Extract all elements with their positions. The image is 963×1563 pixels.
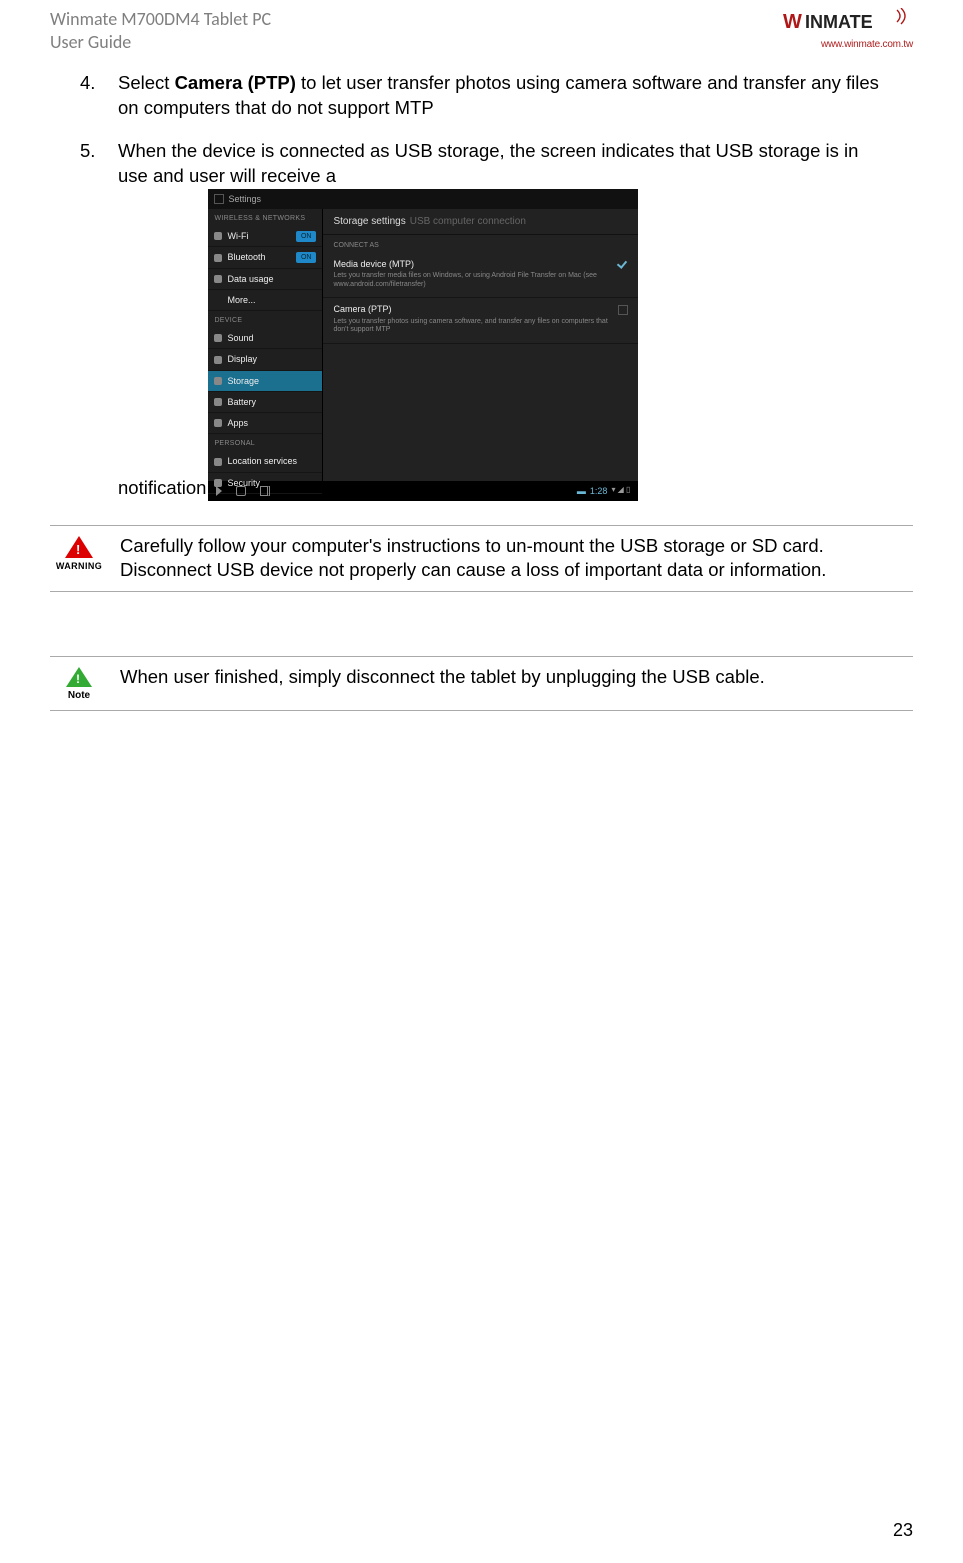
shot-title: Settings: [228, 193, 261, 205]
row-display: Display: [208, 349, 322, 370]
row-wifi: Wi-FiON: [208, 226, 322, 247]
mtp-title: Media device (MTP): [333, 258, 610, 270]
usb-status-icon: ▬: [577, 485, 586, 497]
note-triangle-icon: [66, 667, 92, 687]
warning-text: Carefully follow your computer's instruc…: [120, 534, 913, 583]
page-number: 23: [893, 1520, 913, 1541]
svg-text:W: W: [783, 11, 802, 33]
connect-as-label: CONNECT AS: [323, 235, 638, 252]
mtp-desc: Lets you transfer media files on Windows…: [333, 272, 610, 290]
row-data-usage: Data usage: [208, 269, 322, 290]
row-sound: Sound: [208, 328, 322, 349]
row-storage: Storage: [208, 371, 322, 392]
row-battery: Battery: [208, 392, 322, 413]
cat-wireless: WIRELESS & NETWORKS: [208, 209, 322, 226]
list-item-5: 5. When the device is connected as USB s…: [80, 139, 883, 501]
shot-sidebar: WIRELESS & NETWORKS Wi-FiON BluetoothON …: [208, 209, 323, 481]
list-text: Select Camera (PTP) to let user transfer…: [118, 71, 883, 121]
mtp-check-icon: [618, 260, 628, 270]
list-number: 4.: [80, 71, 118, 121]
li4-pre: Select: [118, 72, 175, 93]
shot-main: Storage settingsUSB computer connection …: [323, 209, 638, 481]
list-item-4: 4. Select Camera (PTP) to let user trans…: [80, 71, 883, 121]
list-text: When the device is connected as USB stor…: [118, 139, 883, 501]
li4-bold: Camera (PTP): [175, 72, 296, 93]
note-label: Note: [50, 689, 108, 703]
warning-callout: WARNING Carefully follow your computer's…: [50, 525, 913, 592]
bluetooth-icon: [214, 254, 222, 262]
list-number: 5.: [80, 139, 118, 501]
battery-icon: [214, 398, 222, 406]
apps-icon: [214, 419, 222, 427]
android-settings-screenshot: Settings WIRELESS & NETWORKS Wi-FiON Blu…: [208, 189, 638, 501]
cat-personal: PERSONAL: [208, 434, 322, 451]
option-mtp: Media device (MTP) Lets you transfer med…: [323, 253, 638, 299]
logo-block: W INMATE www.winmate.com.tw: [783, 8, 913, 50]
data-icon: [214, 275, 222, 283]
ptp-title: Camera (PTP): [333, 303, 610, 315]
nav-home-icon: [236, 486, 246, 496]
body-content: 4. Select Camera (PTP) to let user trans…: [50, 53, 913, 711]
display-icon: [214, 356, 222, 364]
ptp-desc: Lets you transfer photos using camera so…: [333, 318, 610, 336]
ptp-check-icon: [618, 305, 628, 315]
wifi-icon: [214, 232, 222, 240]
row-apps: Apps: [208, 413, 322, 434]
row-more: More...: [208, 290, 322, 311]
winmate-logo-icon: W INMATE: [783, 8, 913, 36]
warning-triangle-icon: [65, 536, 93, 558]
doc-title: Winmate M700DM4 Tablet PC User Guide: [50, 8, 271, 53]
page-header: Winmate M700DM4 Tablet PC User Guide W I…: [50, 0, 913, 53]
sound-icon: [214, 334, 222, 342]
location-icon: [214, 458, 222, 466]
row-bluetooth: BluetoothON: [208, 247, 322, 268]
signal-icons: ▾ ◢ ▯: [611, 485, 630, 496]
logo-url: www.winmate.com.tw: [783, 39, 913, 50]
note-callout: Note When user finished, simply disconne…: [50, 656, 913, 712]
doc-title-line2: User Guide: [50, 31, 271, 54]
shot-breadcrumb: Storage settingsUSB computer connection: [323, 209, 638, 236]
row-location: Location services: [208, 451, 322, 472]
warning-label: WARNING: [50, 560, 108, 572]
clock: 1:28: [590, 485, 608, 497]
svg-text:INMATE: INMATE: [805, 12, 873, 32]
doc-title-line1: Winmate M700DM4 Tablet PC: [50, 8, 271, 31]
nav-back-icon: [216, 486, 222, 496]
storage-icon: [214, 377, 222, 385]
cat-device: DEVICE: [208, 311, 322, 328]
shot-titlebar: Settings: [208, 189, 638, 209]
option-ptp: Camera (PTP) Lets you transfer photos us…: [323, 298, 638, 344]
li5-text: When the device is connected as USB stor…: [118, 139, 883, 189]
li5-trail: notification: [118, 476, 206, 501]
note-icon-block: Note: [50, 665, 108, 703]
note-text: When user finished, simply disconnect th…: [120, 665, 913, 703]
nav-recent-icon: [260, 486, 270, 496]
warning-icon-block: WARNING: [50, 534, 108, 583]
settings-small-icon: [214, 194, 224, 204]
